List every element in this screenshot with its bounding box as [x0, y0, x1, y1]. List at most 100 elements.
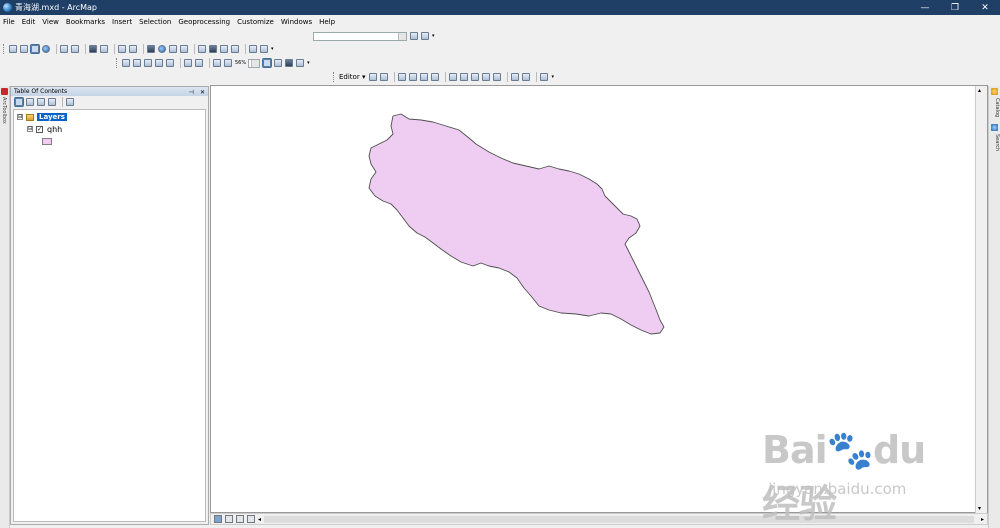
forward-extent-icon[interactable]	[100, 45, 108, 53]
map-horizontal-scrollbar[interactable]: ◂ ▸	[210, 513, 988, 525]
data-view-button[interactable]	[214, 515, 222, 523]
collapse-layers-icon[interactable]: ⊟	[17, 114, 23, 120]
catalog-tab[interactable]: Catalog	[990, 88, 1000, 117]
go-forward-extent-layout-icon[interactable]	[224, 59, 232, 67]
scroll-up-icon[interactable]: ▴	[978, 87, 981, 94]
identify-icon[interactable]	[158, 45, 166, 53]
select-elements-icon[interactable]	[147, 45, 155, 53]
measure-icon[interactable]	[198, 45, 206, 53]
menu-help[interactable]: Help	[319, 18, 335, 26]
sketch-properties-icon[interactable]	[522, 73, 531, 81]
select-features-icon[interactable]	[118, 45, 126, 53]
map-canvas[interactable]	[211, 86, 987, 512]
find-route-icon[interactable]	[220, 45, 228, 53]
data-frame-label[interactable]: Layers	[37, 113, 67, 121]
fixed-zoom-in-layout-icon[interactable]	[184, 59, 192, 67]
scale-toolbar-options-icon[interactable]: ▾	[432, 33, 437, 39]
list-by-source-icon[interactable]	[26, 98, 34, 106]
fixed-zoom-in-icon[interactable]	[60, 45, 68, 53]
layout-pan-icon[interactable]	[144, 59, 152, 67]
editor-toolbar-options-icon[interactable]: ▾	[551, 74, 556, 80]
auto-hide-pin-icon[interactable]: ⊣	[189, 89, 194, 96]
menu-selection[interactable]: Selection	[139, 18, 171, 26]
scroll-track[interactable]	[264, 515, 974, 523]
go-to-xy-icon[interactable]	[231, 45, 239, 53]
layout-view-button[interactable]	[225, 515, 233, 523]
straight-segment-icon[interactable]	[398, 73, 407, 81]
toc-close-icon[interactable]: ✕	[200, 89, 205, 96]
back-extent-icon[interactable]	[89, 45, 97, 53]
zoom-whole-page-icon[interactable]	[155, 59, 163, 67]
create-viewer-icon[interactable]	[260, 45, 268, 53]
hyperlink-icon[interactable]	[169, 45, 177, 53]
html-popup-icon[interactable]	[180, 45, 188, 53]
layout-zoom-in-icon[interactable]	[122, 59, 130, 67]
reshape-icon[interactable]	[460, 73, 469, 81]
scroll-right-icon[interactable]: ▸	[981, 516, 984, 523]
attributes-icon[interactable]	[511, 73, 520, 81]
layer-properties-icon[interactable]	[410, 32, 418, 40]
list-by-drawing-order-icon[interactable]	[14, 97, 24, 107]
layer-symbol-swatch[interactable]	[42, 137, 52, 145]
create-features-icon[interactable]	[540, 73, 549, 81]
edit-tool-icon[interactable]	[369, 73, 378, 81]
zoom-in-icon[interactable]	[9, 45, 17, 53]
zoom-out-icon[interactable]	[20, 45, 28, 53]
list-by-selection-icon[interactable]	[48, 98, 56, 106]
toggle-draft-mode-icon[interactable]	[262, 58, 273, 68]
fixed-zoom-out-layout-icon[interactable]	[195, 59, 203, 67]
edit-vertices-icon[interactable]	[449, 73, 458, 81]
menu-geoprocessing[interactable]: Geoprocessing	[178, 18, 230, 26]
arctoolbox-icon[interactable]	[1, 88, 8, 95]
zoom-100-icon[interactable]	[166, 59, 174, 67]
cut-polygons-icon[interactable]	[471, 73, 480, 81]
edit-annotation-icon[interactable]	[380, 73, 389, 81]
scroll-left-icon[interactable]: ◂	[258, 516, 261, 523]
layout-zoom-out-icon[interactable]	[133, 59, 141, 67]
menu-customize[interactable]: Customize	[237, 18, 274, 26]
scroll-down-icon[interactable]: ▾	[978, 505, 981, 512]
menu-bookmarks[interactable]: Bookmarks	[66, 18, 105, 26]
scale-combo[interactable]	[313, 31, 407, 41]
layer-visibility-checkbox[interactable]: ✓	[36, 125, 43, 133]
menu-windows[interactable]: Windows	[281, 18, 312, 26]
qhh-polygon-feature[interactable]	[368, 113, 665, 335]
fixed-zoom-out-icon[interactable]	[71, 45, 79, 53]
menu-insert[interactable]: Insert	[112, 18, 132, 26]
map-view[interactable]	[210, 85, 988, 513]
menu-edit[interactable]: Edit	[22, 18, 36, 26]
legend-row[interactable]	[42, 136, 52, 146]
time-slider-icon[interactable]	[249, 45, 257, 53]
toolbar-options-icon[interactable]: ▾	[271, 46, 276, 52]
minimize-button[interactable]: —	[910, 0, 940, 15]
pan-icon[interactable]	[30, 44, 40, 54]
find-icon[interactable]	[209, 45, 217, 53]
layout-toolbar-grip[interactable]	[116, 58, 119, 68]
trace-icon[interactable]	[420, 73, 429, 81]
data-frame-row[interactable]: ⊟ Layers	[17, 112, 67, 122]
full-extent-icon[interactable]	[42, 45, 50, 53]
map-vertical-scrollbar[interactable]: ▴ ▾	[975, 86, 987, 513]
pause-drawing-button[interactable]	[247, 515, 255, 523]
toc-options-icon[interactable]	[66, 98, 74, 106]
refresh-view-button[interactable]	[236, 515, 244, 523]
restore-button[interactable]: ❐	[940, 0, 970, 15]
zoom-percent-combo[interactable]	[248, 58, 261, 68]
toolbar-grip[interactable]	[3, 44, 6, 54]
point-icon[interactable]	[431, 73, 440, 81]
search-tab[interactable]: Search	[990, 124, 1000, 151]
editor-toggle-icon[interactable]	[421, 32, 429, 40]
close-button[interactable]: ✕	[970, 0, 1000, 15]
end-point-arc-icon[interactable]	[409, 73, 418, 81]
rotate-icon[interactable]	[493, 73, 502, 81]
layer-name[interactable]: qhh	[47, 125, 62, 134]
focus-data-frame-icon[interactable]	[274, 59, 283, 67]
arctoolbox-strip[interactable]: ArcToolbox	[0, 86, 10, 528]
menu-file[interactable]: File	[3, 18, 15, 26]
go-back-extent-layout-icon[interactable]	[213, 59, 221, 67]
split-icon[interactable]	[482, 73, 491, 81]
collapse-layer-icon[interactable]: ⊟	[27, 126, 33, 132]
zoom-percent-label[interactable]: 56%	[235, 60, 246, 66]
data-driven-pages-icon[interactable]	[296, 59, 305, 67]
layer-row[interactable]: ⊟ ✓ qhh	[27, 124, 62, 134]
